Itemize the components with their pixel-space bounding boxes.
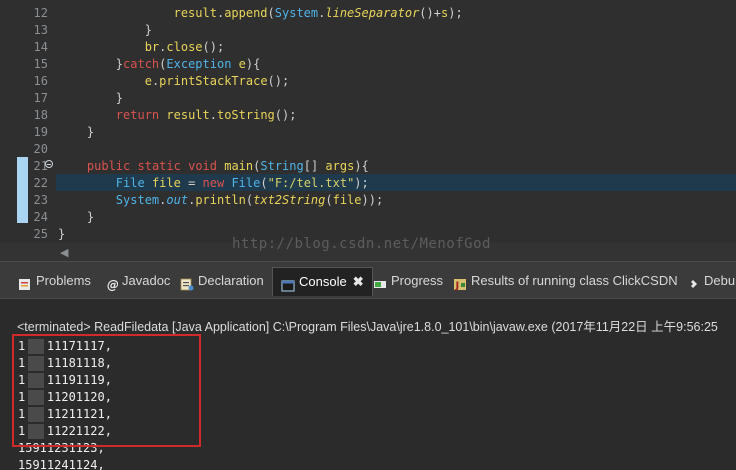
line-number: 18 (33, 108, 48, 122)
tab-javadoc[interactable]: @ Javadoc (106, 268, 170, 294)
code-line[interactable]: } (58, 124, 94, 141)
progress-icon (373, 274, 387, 289)
scroll-left-icon[interactable]: ◀ (60, 246, 68, 259)
line-number: 15 (33, 57, 48, 71)
tab-label: Console (299, 274, 347, 289)
problems-icon (18, 274, 32, 291)
debug-icon (688, 274, 700, 289)
code-line[interactable]: } (58, 22, 152, 39)
tab-debug[interactable]: Debu (688, 268, 735, 294)
line-number: 20 (33, 142, 48, 156)
tab-progress[interactable]: Progress (373, 268, 443, 294)
line-number-gutter: 12 13 14 15 16 17 18 19 20 21 22 23 24 2… (0, 0, 56, 243)
line-number: 17 (33, 91, 48, 105)
javadoc-icon: @ (106, 274, 119, 292)
fold-toggle-icon[interactable] (45, 160, 53, 168)
tab-label: Debu (704, 273, 736, 288)
tab-label: Problems (36, 273, 91, 288)
line-number: 14 (33, 40, 48, 54)
tab-declaration[interactable]: Declaration (180, 268, 264, 294)
line-number: 24 (33, 210, 48, 224)
console-icon (281, 275, 295, 292)
code-line[interactable]: }catch(Exception e){ (58, 56, 261, 73)
views-tab-bar: Problems @ Javadoc Declaration Console ✖ … (0, 261, 736, 299)
code-line[interactable]: File file = new File("F:/tel.txt"); (58, 175, 369, 192)
ide-window: 12 13 14 15 16 17 18 19 20 21 22 23 24 2… (0, 0, 736, 470)
line-number: 19 (33, 125, 48, 139)
tab-junit-results[interactable]: J Results of running class ClickCSDN (453, 268, 678, 294)
code-line[interactable]: } (58, 226, 65, 243)
line-number: 16 (33, 74, 48, 88)
line-number: 13 (33, 23, 48, 37)
code-line[interactable]: System.out.println(txt2String(file)); (58, 192, 383, 209)
code-line[interactable]: public static void main(String[] args){ (58, 158, 369, 175)
code-line[interactable]: result.append(System.lineSeparator()+s); (58, 5, 463, 22)
junit-icon: J (453, 274, 467, 292)
code-line[interactable]: br.close(); (58, 39, 225, 56)
tab-label: Progress (391, 273, 444, 288)
line-number: 21 (33, 159, 48, 173)
code-line[interactable]: } (58, 90, 123, 107)
tab-label: Declaration (198, 273, 264, 288)
line-number: 12 (33, 6, 48, 20)
tab-problems[interactable]: Problems (18, 268, 91, 294)
console-output-line: 15911241124, (18, 458, 105, 470)
console-process-header: <terminated> ReadFiledata [Java Applicat… (17, 320, 718, 334)
code-editor[interactable]: 12 13 14 15 16 17 18 19 20 21 22 23 24 2… (0, 0, 736, 243)
code-line[interactable]: } (58, 209, 94, 226)
line-number: 23 (33, 193, 48, 207)
tab-label: Results of running class ClickCSDN (471, 273, 678, 288)
line-number: 25 (33, 227, 48, 241)
watermark: http://blog.csdn.net/MenofGod (232, 236, 491, 252)
declaration-icon (180, 274, 194, 291)
code-line[interactable]: e.printStackTrace(); (58, 73, 290, 90)
annotation-highlight-box (12, 334, 201, 447)
close-tab-icon[interactable]: ✖ (353, 268, 364, 295)
svg-text:J: J (455, 281, 460, 292)
svg-text:@: @ (107, 278, 118, 291)
tab-console[interactable]: Console ✖ (272, 267, 373, 296)
line-number: 22 (33, 176, 48, 190)
code-line[interactable]: return result.toString(); (58, 107, 297, 124)
tab-label: Javadoc (122, 273, 171, 288)
